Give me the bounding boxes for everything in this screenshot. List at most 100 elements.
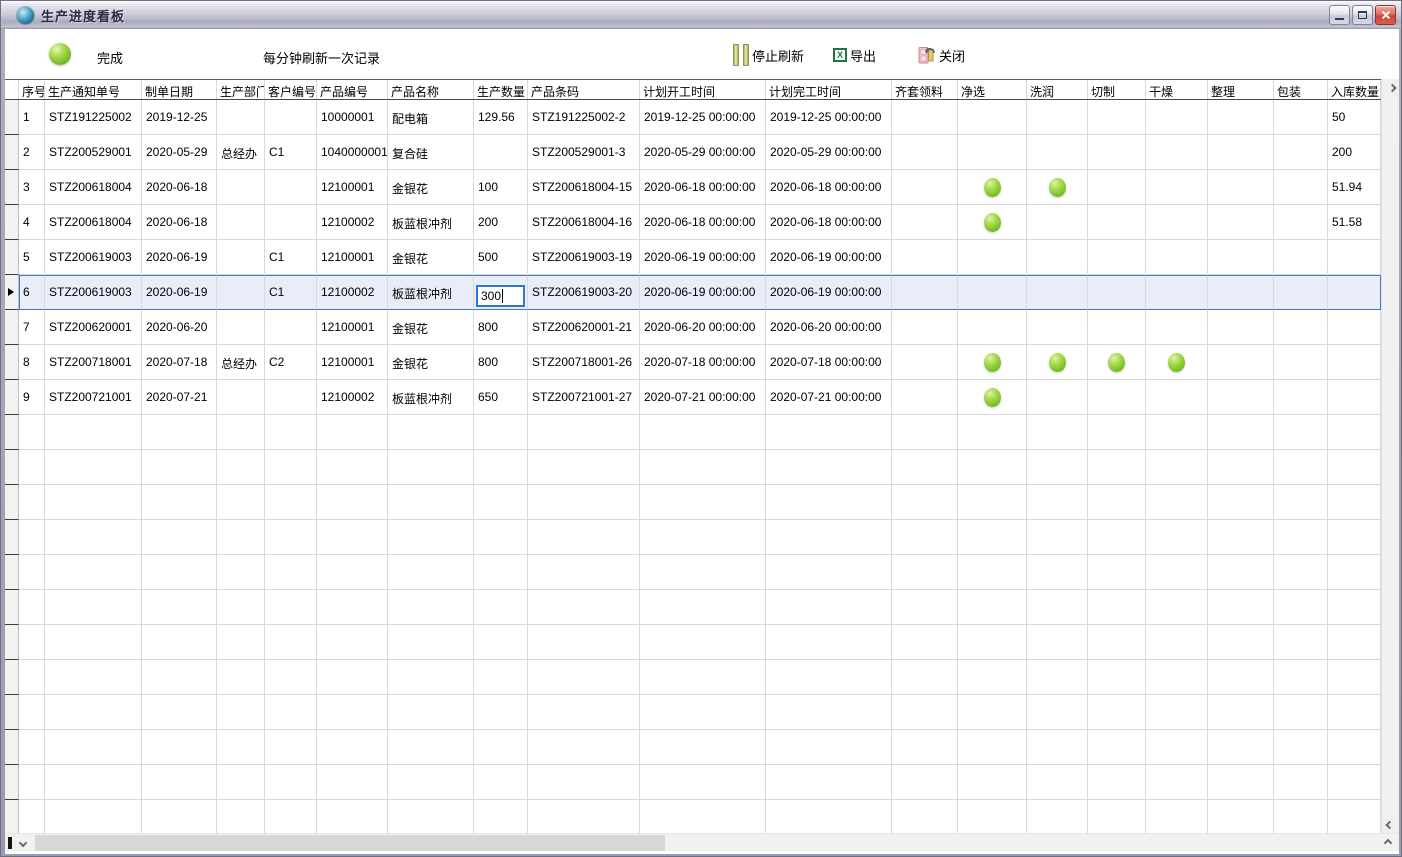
table-row[interactable]: 3STZ2006180042020-06-1812100001金银花100STZ…: [5, 170, 1381, 205]
cell-pack[interactable]: [1274, 240, 1328, 275]
cell-pick[interactable]: [892, 205, 958, 240]
cell-pack[interactable]: [1274, 380, 1328, 415]
cell-plan_start[interactable]: 2020-06-19 00:00:00: [640, 240, 766, 275]
column-header-pack[interactable]: 包装: [1274, 80, 1328, 99]
cell-pick[interactable]: [892, 170, 958, 205]
column-header-inbound_qty[interactable]: 入库数量: [1328, 80, 1381, 99]
horizontal-scroll-thumb[interactable]: [35, 835, 665, 851]
cell-product_no[interactable]: 12100001: [317, 310, 388, 345]
cell-net_select[interactable]: [958, 135, 1027, 170]
column-header-plan_start[interactable]: 计划开工时间: [640, 80, 766, 99]
cell-arrange[interactable]: [1208, 135, 1274, 170]
cell-seq[interactable]: 6: [19, 275, 45, 310]
cell-cut[interactable]: [1088, 100, 1146, 135]
cell-dry[interactable]: [1146, 100, 1208, 135]
cell-inbound_qty[interactable]: 51.58: [1328, 205, 1381, 240]
cell-notice_no[interactable]: STZ200721001: [45, 380, 142, 415]
close-window-button[interactable]: 关闭: [918, 41, 965, 69]
cell-pick[interactable]: [892, 310, 958, 345]
cell-notice_no[interactable]: STZ200619003: [45, 275, 142, 310]
cell-product_name[interactable]: 金银花: [388, 170, 474, 205]
cell-cut[interactable]: [1088, 275, 1146, 310]
cell-barcode[interactable]: STZ200619003-20: [528, 275, 640, 310]
cell-order_date[interactable]: 2020-07-21: [142, 380, 217, 415]
cell-qty[interactable]: 650: [474, 380, 528, 415]
cell-wash[interactable]: [1027, 240, 1088, 275]
cell-dept[interactable]: 总经办: [217, 135, 265, 170]
table-row[interactable]: 4STZ2006180042020-06-1812100002板蓝根冲剂200S…: [5, 205, 1381, 240]
cell-barcode[interactable]: STZ200529001-3: [528, 135, 640, 170]
cell-dept[interactable]: [217, 380, 265, 415]
splitter-grip[interactable]: [8, 837, 12, 849]
cell-product_name[interactable]: 金银花: [388, 310, 474, 345]
cell-qty[interactable]: 129.56: [474, 100, 528, 135]
column-header-product_name[interactable]: 产品名称: [388, 80, 474, 99]
cell-qty[interactable]: 500: [474, 240, 528, 275]
cell-dry[interactable]: [1146, 240, 1208, 275]
cell-dry[interactable]: [1146, 310, 1208, 345]
cell-product_no[interactable]: 12100002: [317, 275, 388, 310]
cell-seq[interactable]: 3: [19, 170, 45, 205]
cell-inbound_qty[interactable]: 50: [1328, 100, 1381, 135]
close-button[interactable]: [1375, 5, 1396, 25]
scroll-left-button[interactable]: [14, 834, 32, 852]
cell-wash[interactable]: [1027, 135, 1088, 170]
cell-net_select[interactable]: [958, 100, 1027, 135]
cell-customer[interactable]: [265, 380, 317, 415]
cell-plan_start[interactable]: 2020-06-18 00:00:00: [640, 170, 766, 205]
cell-plan_start[interactable]: 2020-06-18 00:00:00: [640, 205, 766, 240]
cell-plan_start[interactable]: 2019-12-25 00:00:00: [640, 100, 766, 135]
empty-row[interactable]: [5, 590, 1381, 625]
cell-dry[interactable]: [1146, 380, 1208, 415]
cell-plan_finish[interactable]: 2020-06-20 00:00:00: [766, 310, 892, 345]
scroll-right-button[interactable]: [1379, 834, 1397, 852]
cell-order_date[interactable]: 2020-06-18: [142, 205, 217, 240]
cell-seq[interactable]: 7: [19, 310, 45, 345]
cell-plan_finish[interactable]: 2020-07-21 00:00:00: [766, 380, 892, 415]
empty-row[interactable]: [5, 800, 1381, 833]
cell-plan_start[interactable]: 2020-06-19 00:00:00: [640, 275, 766, 310]
cell-product_no[interactable]: 12100001: [317, 345, 388, 380]
empty-row[interactable]: [5, 625, 1381, 660]
column-header-seq[interactable]: 序号: [19, 80, 45, 99]
cell-cut[interactable]: [1088, 240, 1146, 275]
column-header-plan_finish[interactable]: 计划完工时间: [766, 80, 892, 99]
cell-plan_finish[interactable]: 2020-06-19 00:00:00: [766, 275, 892, 310]
cell-qty[interactable]: 800: [474, 345, 528, 380]
table-row[interactable]: 9STZ2007210012020-07-2112100002板蓝根冲剂650S…: [5, 380, 1381, 415]
cell-dry[interactable]: [1146, 135, 1208, 170]
empty-row[interactable]: [5, 450, 1381, 485]
cell-customer[interactable]: [265, 170, 317, 205]
table-row[interactable]: 8STZ2007180012020-07-18总经办C212100001金银花8…: [5, 345, 1381, 380]
table-row[interactable]: 6STZ2006190032020-06-19C112100002板蓝根冲剂30…: [5, 275, 1381, 310]
cell-pack[interactable]: [1274, 275, 1328, 310]
scroll-up-button[interactable]: [1382, 79, 1399, 96]
cell-dept[interactable]: [217, 170, 265, 205]
cell-inbound_qty[interactable]: [1328, 345, 1381, 380]
scroll-down-button[interactable]: [1382, 816, 1399, 833]
cell-pack[interactable]: [1274, 170, 1328, 205]
empty-row[interactable]: [5, 765, 1381, 800]
table-row[interactable]: 5STZ2006190032020-06-19C112100001金银花500S…: [5, 240, 1381, 275]
cell-plan_finish[interactable]: 2020-06-18 00:00:00: [766, 205, 892, 240]
empty-row[interactable]: [5, 660, 1381, 695]
cell-pack[interactable]: [1274, 345, 1328, 380]
cell-arrange[interactable]: [1208, 170, 1274, 205]
cell-order_date[interactable]: 2020-06-19: [142, 275, 217, 310]
column-header-qty[interactable]: 生产数量: [474, 80, 528, 99]
cell-pick[interactable]: [892, 135, 958, 170]
column-header-order_date[interactable]: 制单日期: [142, 80, 217, 99]
column-header-arrange[interactable]: 整理: [1208, 80, 1274, 99]
cell-qty[interactable]: 300: [474, 275, 528, 310]
cell-net_select[interactable]: [958, 240, 1027, 275]
cell-arrange[interactable]: [1208, 310, 1274, 345]
cell-order_date[interactable]: 2020-05-29: [142, 135, 217, 170]
cell-pack[interactable]: [1274, 135, 1328, 170]
cell-order_date[interactable]: 2020-06-18: [142, 170, 217, 205]
cell-cut[interactable]: [1088, 380, 1146, 415]
column-header-dept[interactable]: 生产部门: [217, 80, 265, 99]
maximize-button[interactable]: [1352, 5, 1373, 25]
vertical-scrollbar[interactable]: [1381, 79, 1399, 833]
cell-cut[interactable]: [1088, 310, 1146, 345]
cell-barcode[interactable]: STZ200618004-15: [528, 170, 640, 205]
